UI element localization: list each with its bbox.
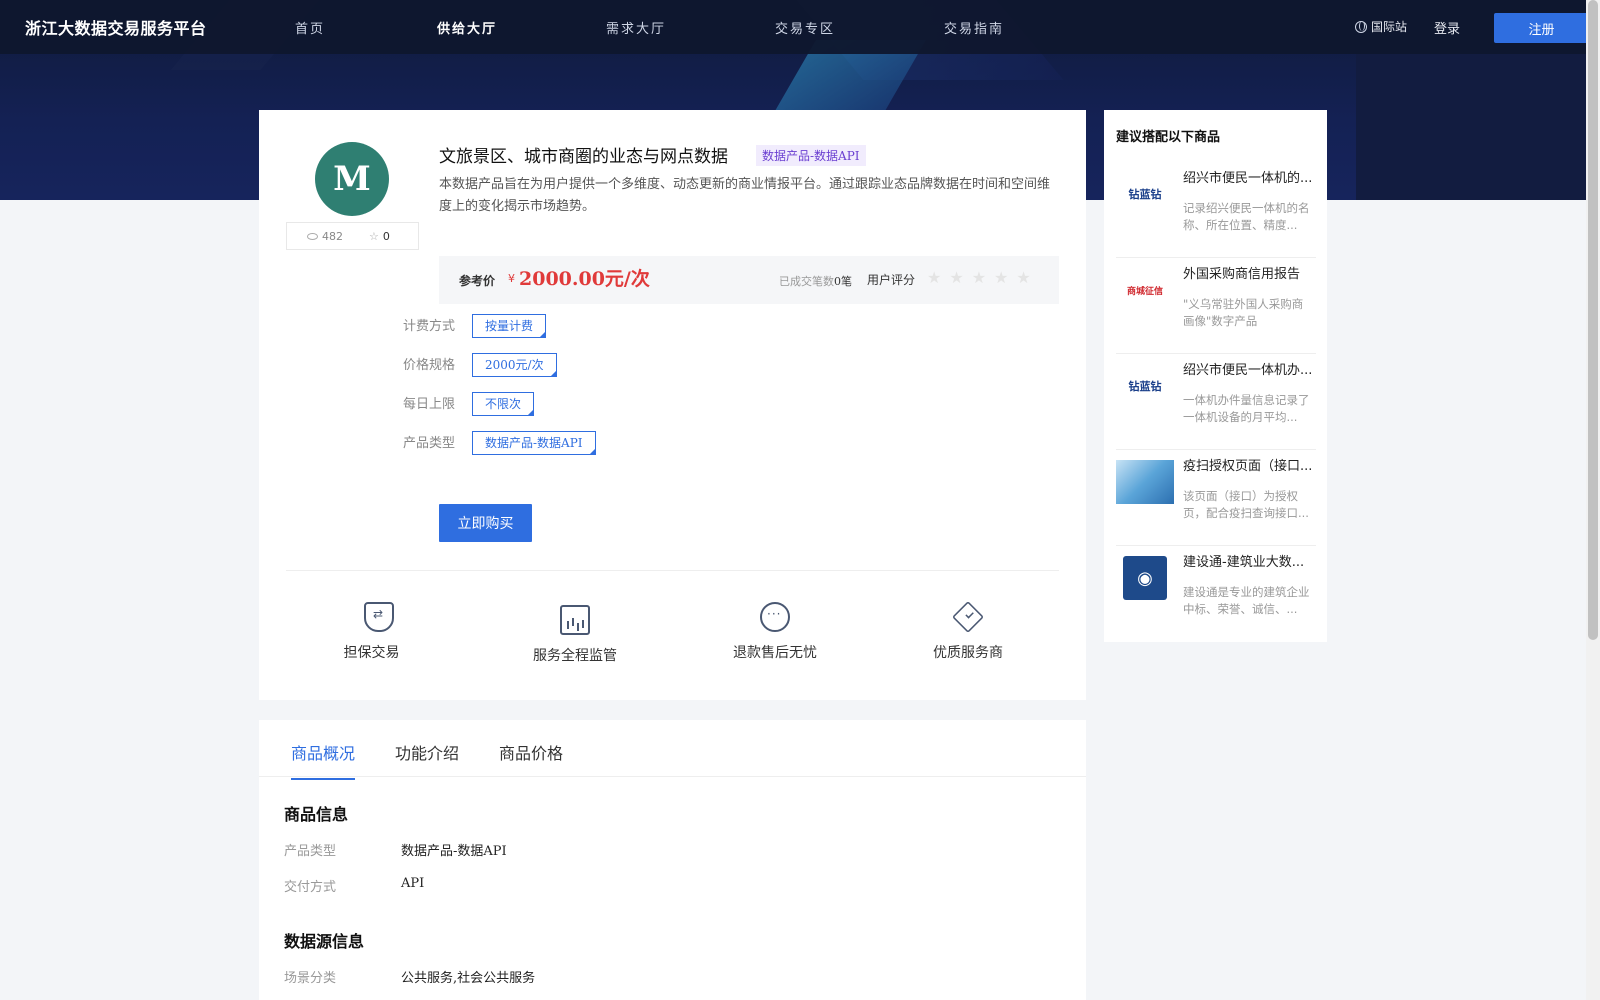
info-label-product-type: 产品类型 — [284, 844, 337, 859]
recommend-item-desc: 一体机办件量信息记录了一体机设备的月平均... — [1183, 393, 1310, 424]
views-count: 482 — [322, 229, 343, 243]
deals-value: 0笔 — [834, 275, 852, 288]
recommend-item-desc: 建设通是专业的建筑企业中标、荣誉、诚信、... — [1183, 585, 1310, 616]
buy-now-button[interactable]: 立即购买 — [439, 504, 532, 542]
views-stat: 482 — [307, 230, 343, 243]
section-title-product-info: 商品信息 — [284, 805, 349, 824]
rating-stars[interactable]: ★★★★★ — [927, 268, 1039, 287]
section-title-data-source: 数据源信息 — [284, 932, 365, 951]
recommend-item-desc: "义乌常驻外国人采购商画像"数字产品 — [1183, 297, 1304, 328]
product-logo-letter: M — [333, 159, 371, 199]
feature-guaranteed-trade: 担保交易 — [344, 602, 404, 662]
favorites-stat[interactable]: ☆ 0 — [369, 230, 390, 243]
nav-trade-zone[interactable]: 交易专区 — [775, 18, 835, 37]
intl-site-link[interactable]: 国际站 — [1355, 18, 1407, 35]
spec-label-billing: 计费方式 — [403, 319, 456, 334]
scrollbar-thumb[interactable] — [1588, 0, 1598, 640]
info-label-delivery: 交付方式 — [284, 880, 337, 895]
spec-label-daily-limit: 每日上限 — [403, 397, 456, 412]
recommend-item[interactable]: 疫扫授权页面（接口... 该页面（接口）为授权页，配合疫扫查询接口... — [1116, 450, 1316, 546]
product-type-tag: 数据产品-数据API — [756, 145, 866, 166]
recommend-item-name: 绍兴市便民一体机办... — [1183, 363, 1313, 378]
recommend-item-name: 建设通-建筑业大数... — [1183, 555, 1305, 570]
details-card: 商品概况 功能介绍 商品价格 商品信息 产品类型 数据产品-数据API 交付方式… — [259, 720, 1086, 1000]
product-thumbnail: 钻蓝钻 — [1128, 188, 1162, 201]
feature-full-supervision: 服务全程监管 — [526, 602, 624, 665]
product-thumbnail — [1116, 460, 1174, 504]
eye-icon — [307, 232, 318, 240]
price-label: 参考价 — [459, 274, 496, 288]
site-logo[interactable]: 浙江大数据交易服务平台 — [25, 15, 207, 39]
feature-quality-provider: 优质服务商 — [926, 601, 1010, 662]
spec-option-daily-limit[interactable]: 不限次 — [472, 392, 535, 416]
star-outline-icon: ☆ — [369, 229, 379, 243]
info-value-scene: 公共服务,社会公共服务 — [401, 971, 536, 986]
divider — [286, 570, 1059, 571]
tab-overview[interactable]: 商品概况 — [291, 740, 356, 780]
tab-features[interactable]: 功能介绍 — [395, 740, 459, 778]
favorites-count: 0 — [382, 229, 390, 243]
top-nav: 浙江大数据交易服务平台 首页 供给大厅 需求大厅 交易专区 交易指南 国际站 登… — [0, 0, 1589, 54]
tab-pricing[interactable]: 商品价格 — [499, 740, 563, 778]
recommend-sidebar: 建议搭配以下商品 钻蓝钻 绍兴市便民一体机的... 记录绍兴便民一体机的名称、所… — [1104, 110, 1327, 642]
product-description: 本数据产品旨在为用户提供一个多维度、动态更新的商业情报平台。通过跟踪业态品牌数据… — [439, 177, 1051, 214]
recommend-item-name: 疫扫授权页面（接口... — [1183, 459, 1313, 474]
info-value-delivery: API — [401, 876, 425, 891]
info-value-product-type: 数据产品-数据API — [401, 844, 507, 859]
diamond-check-icon — [952, 601, 984, 633]
product-thumbnail: 钻蓝钻 — [1128, 380, 1162, 393]
product-logo: M — [315, 142, 389, 216]
spec-option-billing[interactable]: 按量计费 — [472, 314, 547, 338]
feature-label: 服务全程监管 — [533, 648, 617, 664]
shield-icon — [364, 602, 394, 632]
price-box: 参考价 ¥ 2000.00元/次 已成交笔数 0笔 用户评分 ★★★★★ — [439, 256, 1059, 304]
nav-trade-guide[interactable]: 交易指南 — [944, 18, 1004, 37]
nav-home[interactable]: 首页 — [295, 18, 325, 37]
product-thumbnail: ◉ — [1123, 556, 1167, 600]
feature-refund-assurance: 退款售后无忧 — [726, 602, 824, 662]
recommend-item[interactable]: 钻蓝钻 绍兴市便民一体机办... 一体机办件量信息记录了一体机设备的月平均... — [1116, 354, 1316, 450]
register-button[interactable]: 注册 — [1494, 13, 1589, 43]
login-link[interactable]: 登录 — [1434, 18, 1460, 37]
feature-label: 优质服务商 — [933, 645, 1003, 661]
recommend-item-name: 绍兴市便民一体机的... — [1183, 171, 1313, 186]
product-card: M 482 ☆ 0 文旅景区、城市商圈的业态与网点数据 数据产品-数据API 本… — [259, 110, 1086, 700]
recommend-item[interactable]: 商城征信 外国采购商信用报告 "义乌常驻外国人采购商画像"数字产品 — [1116, 258, 1316, 354]
chat-bubble-icon — [760, 602, 790, 632]
recommend-item-desc: 该页面（接口）为授权页，配合疫扫查询接口... — [1183, 489, 1309, 520]
product-stats: 482 ☆ 0 — [286, 222, 419, 250]
info-label-scene: 场景分类 — [284, 971, 337, 986]
feature-label: 退款售后无忧 — [733, 645, 817, 661]
recommend-item[interactable]: 钻蓝钻 绍兴市便民一体机的... 记录绍兴便民一体机的名称、所在位置、精度... — [1116, 162, 1316, 258]
globe-icon — [1355, 20, 1367, 33]
recommend-item-desc: 记录绍兴便民一体机的名称、所在位置、精度... — [1183, 201, 1310, 232]
page-scrollbar[interactable] — [1586, 0, 1600, 1000]
product-thumbnail: 商城征信 — [1126, 286, 1163, 297]
nav-supply-hall[interactable]: 供给大厅 — [437, 18, 497, 37]
nav-demand-hall[interactable]: 需求大厅 — [606, 18, 666, 37]
recommend-item-name: 外国采购商信用报告 — [1183, 267, 1301, 282]
rating-label: 用户评分 — [867, 273, 916, 287]
spec-label-product-type: 产品类型 — [403, 436, 456, 451]
spec-option-price[interactable]: 2000元/次 — [472, 353, 557, 377]
product-title: 文旅景区、城市商圈的业态与网点数据 — [439, 147, 728, 167]
tabs-divider — [259, 776, 1086, 777]
feature-label: 担保交易 — [343, 645, 400, 661]
monitor-icon — [560, 605, 590, 635]
recommend-item[interactable]: ◉ 建设通-建筑业大数... 建设通是专业的建筑企业中标、荣誉、诚信、... — [1116, 546, 1316, 642]
spec-label-price: 价格规格 — [403, 358, 456, 373]
price-currency: ¥ — [508, 272, 515, 285]
spec-option-product-type[interactable]: 数据产品-数据API — [472, 431, 596, 455]
deals-label: 已成交笔数 — [779, 275, 834, 288]
recommend-title: 建议搭配以下商品 — [1116, 130, 1221, 145]
price-value: 2000.00元/次 — [519, 268, 650, 290]
intl-site-label: 国际站 — [1371, 20, 1408, 34]
